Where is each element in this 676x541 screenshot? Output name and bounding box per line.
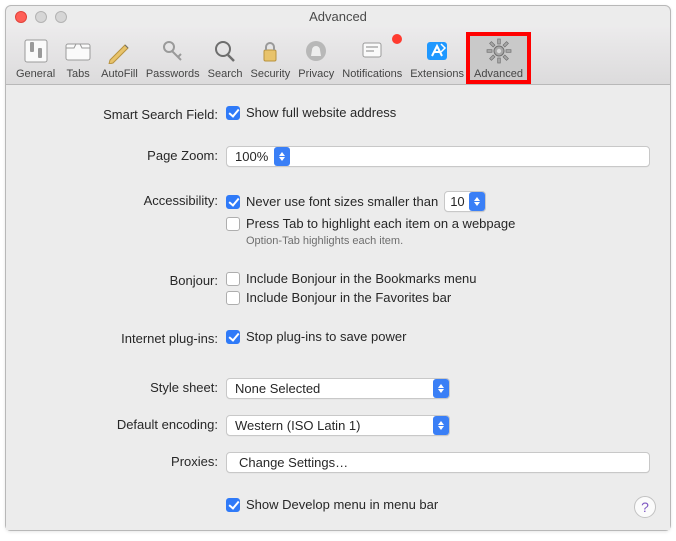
stepper-icon [433,416,449,435]
tab-label: Search [208,68,243,80]
extensions-icon [422,36,452,66]
min-font-checkbox[interactable]: Never use font sizes smaller than [226,194,438,209]
window-title: Advanced [6,9,670,24]
tab-advanced[interactable]: Advanced [468,34,529,82]
checkbox-input[interactable] [226,330,240,344]
min-font-select[interactable]: 10 [444,191,485,212]
option-tab-hint: Option-Tab highlights each item. [226,235,650,247]
accessibility-label: Accessibility: [26,191,226,208]
change-proxies-button[interactable]: Change Settings… [226,452,650,473]
checkbox-input[interactable] [226,498,240,512]
page-zoom-label: Page Zoom: [26,146,226,163]
stepper-icon [433,379,449,398]
stylesheet-label: Style sheet: [26,378,226,395]
stepper-icon [274,147,290,166]
tabs-icon [63,36,93,66]
notifications-icon [357,36,387,66]
select-value: 10 [450,194,464,209]
tab-label: Notifications [342,68,402,80]
encoding-select[interactable]: Western (ISO Latin 1) [226,415,450,436]
tab-autofill[interactable]: AutoFill [97,34,142,82]
plugins-label: Internet plug-ins: [26,329,226,346]
tab-label: Privacy [298,68,334,80]
select-value: Western (ISO Latin 1) [235,418,360,433]
show-develop-checkbox[interactable]: Show Develop menu in menu bar [226,497,650,512]
stepper-icon [469,192,485,211]
checkbox-input[interactable] [226,106,240,120]
checkbox-input[interactable] [226,272,240,286]
window-controls [6,11,67,23]
tab-label: Passwords [146,68,200,80]
gear-icon [484,36,514,66]
tab-tabs[interactable]: Tabs [59,34,97,82]
tab-extensions[interactable]: Extensions [406,34,468,82]
bonjour-favorites-checkbox[interactable]: Include Bonjour in the Favorites bar [226,290,650,305]
checkbox-label: Stop plug-ins to save power [246,329,406,344]
press-tab-checkbox[interactable]: Press Tab to highlight each item on a we… [226,216,650,231]
checkbox-input[interactable] [226,217,240,231]
tab-label: General [16,68,55,80]
tab-general[interactable]: General [12,34,59,82]
tab-label: Tabs [67,68,90,80]
minimize-window-button[interactable] [35,11,47,23]
preferences-toolbar: General Tabs AutoFill Passwords Search [6,27,670,85]
close-window-button[interactable] [15,11,27,23]
encoding-label: Default encoding: [26,415,226,432]
smart-search-label: Smart Search Field: [26,105,226,122]
tab-search[interactable]: Search [204,34,247,82]
help-button[interactable]: ? [634,496,656,518]
page-zoom-select[interactable]: 100% [226,146,650,167]
lock-icon [255,36,285,66]
checkbox-label: Never use font sizes smaller than [246,194,438,209]
notification-badge [392,34,402,44]
bonjour-bookmarks-checkbox[interactable]: Include Bonjour in the Bookmarks menu [226,271,650,286]
tab-label: AutoFill [101,68,138,80]
proxies-label: Proxies: [26,452,226,469]
checkbox-label: Show full website address [246,105,396,120]
tab-label: Advanced [474,68,523,80]
checkbox-input[interactable] [226,195,240,209]
select-value: None Selected [235,381,320,396]
button-label: Change Settings… [239,455,348,470]
select-value: 100% [235,149,268,164]
checkbox-label: Show Develop menu in menu bar [246,497,438,512]
checkbox-label: Include Bonjour in the Favorites bar [246,290,451,305]
key-icon [158,36,188,66]
checkbox-input[interactable] [226,291,240,305]
tab-notifications[interactable]: Notifications [338,34,406,82]
bonjour-label: Bonjour: [26,271,226,288]
preferences-window: Advanced General Tabs AutoFill Passwords [5,5,671,531]
tab-passwords[interactable]: Passwords [142,34,204,82]
checkbox-label: Include Bonjour in the Bookmarks menu [246,271,477,286]
stylesheet-select[interactable]: None Selected [226,378,450,399]
privacy-icon [301,36,331,66]
checkbox-label: Press Tab to highlight each item on a we… [246,216,515,231]
help-icon: ? [641,499,649,515]
show-full-address-checkbox[interactable]: Show full website address [226,105,650,120]
stop-plugins-checkbox[interactable]: Stop plug-ins to save power [226,329,650,344]
titlebar: Advanced [6,6,670,27]
autofill-icon [104,36,134,66]
tab-label: Extensions [410,68,464,80]
general-icon [21,36,51,66]
zoom-window-button[interactable] [55,11,67,23]
tab-security[interactable]: Security [246,34,294,82]
tab-privacy[interactable]: Privacy [294,34,338,82]
advanced-pane: Smart Search Field: Show full website ad… [6,85,670,530]
search-icon [210,36,240,66]
tab-label: Security [250,68,290,80]
